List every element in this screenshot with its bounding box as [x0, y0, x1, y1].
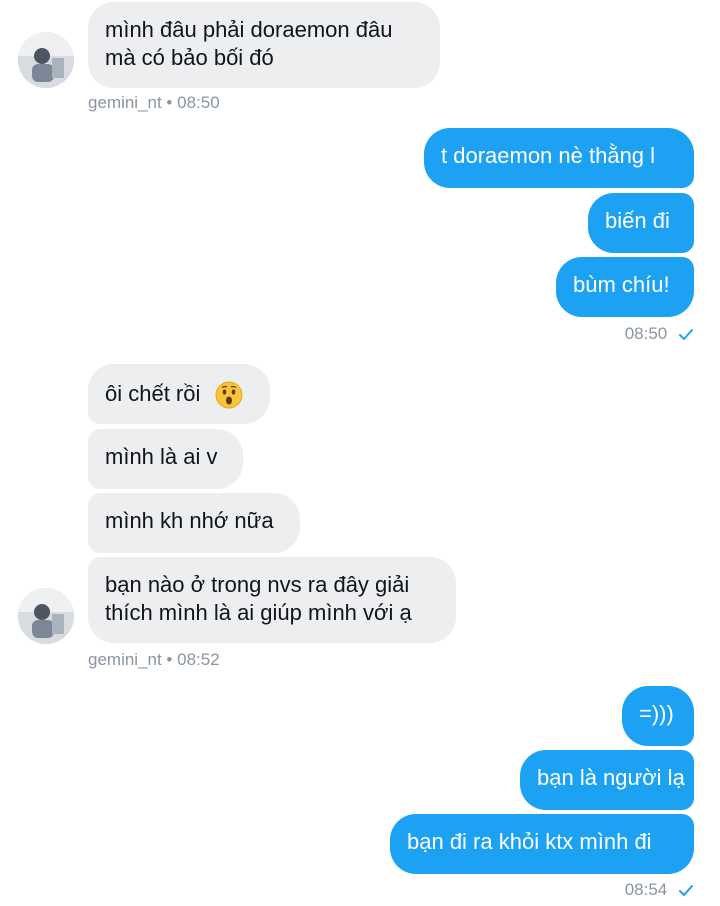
avatar-photo-icon: [18, 588, 74, 644]
sender-meta: gemini_nt • 08:50: [88, 93, 220, 112]
message-bubble-incoming[interactable]: mình là ai v: [88, 429, 243, 489]
message-bubble-incoming[interactable]: ôi chết rồi: [88, 364, 270, 424]
message-timestamp: 08:54: [625, 880, 694, 900]
message-bubble-outgoing[interactable]: bạn là người lạ: [520, 750, 694, 810]
message-bubble-incoming[interactable]: mình đâu phải doraemon đâu mà có bảo bối…: [88, 2, 440, 88]
message-text: bùm chíu!: [573, 272, 670, 297]
message-bubble-outgoing[interactable]: =))): [622, 686, 694, 746]
read-check-icon: [679, 884, 693, 896]
message-text: bạn nào ở trong nvs ra đây giải: [105, 572, 410, 597]
message-text: t doraemon nè thằng l: [441, 143, 656, 168]
message-bubble-incoming[interactable]: mình kh nhớ nữa: [88, 493, 300, 553]
message-text: ôi chết rồi: [105, 381, 201, 406]
message-bubble-incoming[interactable]: bạn nào ở trong nvs ra đây giải thích mì…: [88, 557, 456, 643]
avatar[interactable]: [18, 588, 74, 644]
message-text: mà có bảo bối đó: [105, 45, 274, 70]
avatar-photo-icon: [18, 32, 74, 88]
message-timestamp: 08:50: [625, 324, 694, 344]
message-bubble-outgoing[interactable]: biến đi: [588, 193, 694, 253]
message-text: =))): [639, 701, 674, 726]
message-bubble-outgoing[interactable]: bạn đi ra khỏi ktx mình đi: [390, 814, 694, 874]
message-text: mình kh nhớ nữa: [105, 508, 274, 533]
message-text: thích mình là ai giúp mình với ạ: [105, 600, 412, 625]
message-text: bạn là người lạ: [537, 765, 685, 790]
hushed-face-emoji-icon: [215, 381, 243, 409]
message-bubble-outgoing[interactable]: bùm chíu!: [556, 257, 694, 317]
read-check-icon: [679, 328, 693, 340]
message-text: mình đâu phải doraemon đâu: [105, 17, 393, 42]
message-text: mình là ai v: [105, 444, 218, 469]
message-bubble-outgoing[interactable]: t doraemon nè thằng l: [424, 128, 694, 188]
avatar[interactable]: [18, 32, 74, 88]
message-text: biến đi: [605, 208, 670, 233]
message-text: bạn đi ra khỏi ktx mình đi: [407, 829, 652, 854]
sender-meta: gemini_nt • 08:52: [88, 650, 220, 669]
